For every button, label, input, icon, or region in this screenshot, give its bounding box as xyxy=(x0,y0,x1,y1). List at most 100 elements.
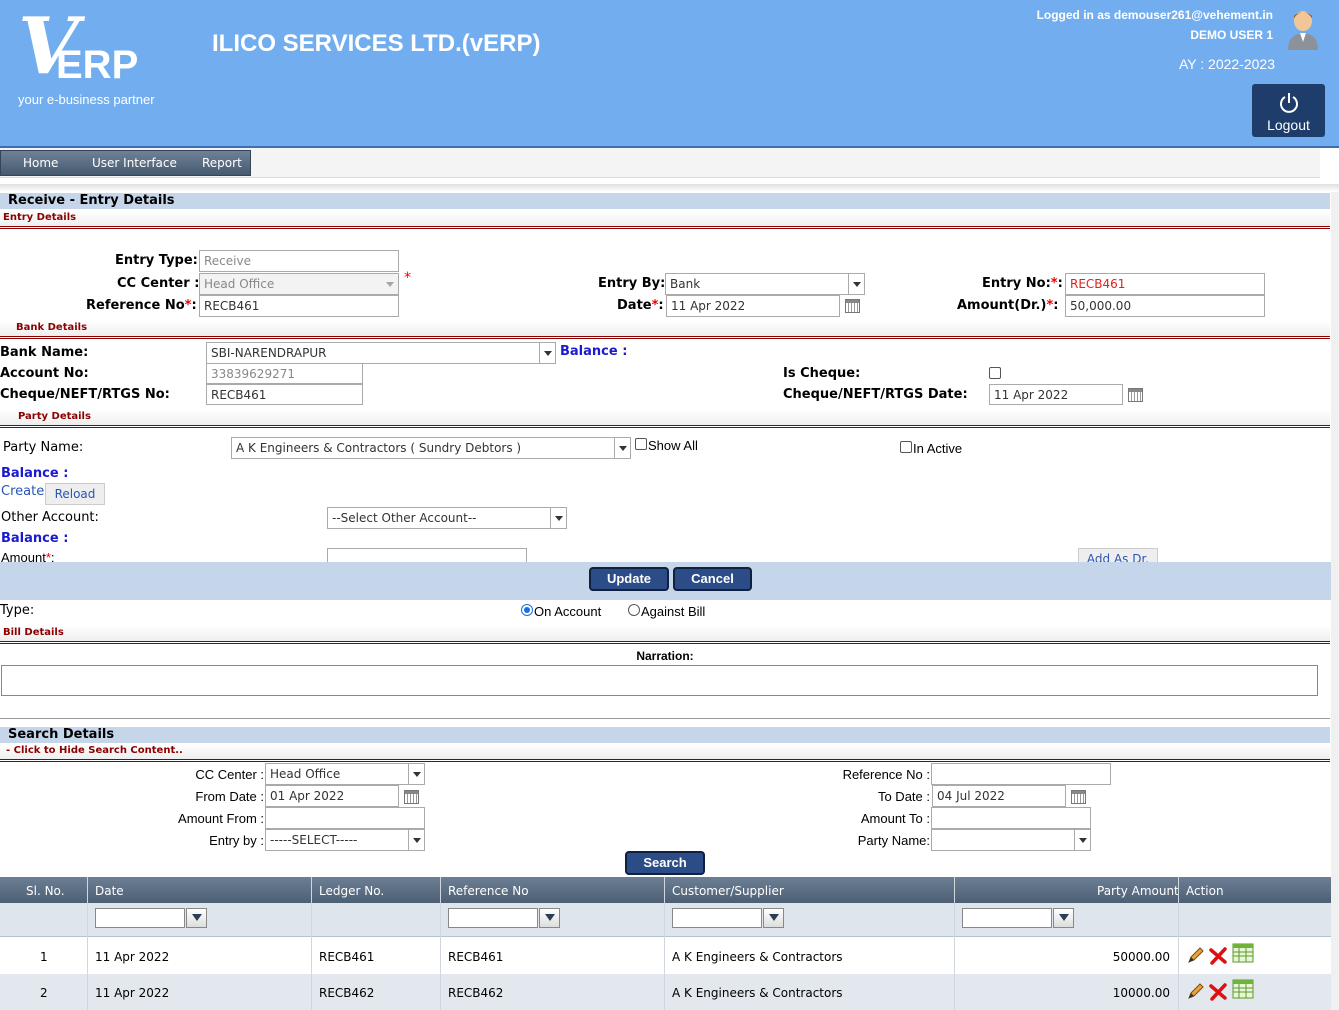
col-customer-supplier[interactable]: Customer/Supplier xyxy=(672,884,784,898)
col-sl-no[interactable]: Sl. No. xyxy=(26,884,65,898)
hide-search-link[interactable]: - Click to Hide Search Content.. xyxy=(0,744,1330,762)
edit-pencil-icon[interactable] xyxy=(1186,981,1206,1001)
date-filter-input[interactable] xyxy=(95,908,185,928)
cheque-no-field[interactable]: RECB461 xyxy=(206,384,363,405)
reference-no-field[interactable]: RECB461 xyxy=(199,295,399,317)
from-date-label: From Date : xyxy=(195,789,264,804)
against-bill-radio[interactable] xyxy=(628,604,640,616)
account-no-field[interactable]: 33839629271 xyxy=(206,363,363,384)
bank-name-label: Bank Name: xyxy=(0,345,89,360)
delete-icon[interactable] xyxy=(1208,946,1228,966)
cell-party: A K Engineers & Contractors xyxy=(672,950,843,964)
col-ledger-no[interactable]: Ledger No. xyxy=(319,884,384,898)
search-cc-center-label: CC Center : xyxy=(195,767,264,782)
narration-textarea[interactable] xyxy=(1,665,1318,696)
calendar-icon[interactable] xyxy=(404,790,419,804)
menu-user-interface[interactable]: User Interface xyxy=(92,156,177,170)
in-active-checkbox[interactable] xyxy=(900,441,912,453)
search-party-name-select[interactable] xyxy=(931,829,1091,851)
cc-center-select[interactable]: Head Office xyxy=(199,273,399,295)
chevron-down-icon[interactable] xyxy=(614,438,630,458)
cell-party: A K Engineers & Contractors xyxy=(672,986,843,1000)
table-row[interactable]: 1 11 Apr 2022 RECB461 RECB461 A K Engine… xyxy=(0,938,1331,974)
filter-icon[interactable] xyxy=(763,908,784,928)
filter-icon[interactable] xyxy=(539,908,560,928)
app-title: ILICO SERVICES LTD.(vERP) xyxy=(212,30,541,57)
calendar-icon[interactable] xyxy=(845,299,860,313)
amount-field[interactable] xyxy=(327,548,527,562)
cheque-date-field[interactable]: 11 Apr 2022 xyxy=(989,384,1123,405)
filter-icon[interactable] xyxy=(186,908,207,928)
chevron-down-icon[interactable] xyxy=(408,830,424,850)
amount-filter-input[interactable] xyxy=(962,908,1052,928)
search-button[interactable]: Search xyxy=(625,851,705,875)
chevron-down-icon[interactable] xyxy=(408,764,424,784)
customer-filter-input[interactable] xyxy=(672,908,762,928)
col-party-amount[interactable]: Party Amount xyxy=(1097,884,1179,898)
entry-no-label: Entry No:*: xyxy=(982,276,1063,291)
chevron-down-icon[interactable] xyxy=(539,343,555,363)
party-balance-label: Balance : xyxy=(1,466,69,481)
chevron-down-icon[interactable] xyxy=(1074,830,1090,850)
search-cc-center-value: Head Office xyxy=(270,767,341,781)
against-bill-label: Against Bill xyxy=(641,604,706,619)
chevron-down-icon[interactable] xyxy=(848,274,864,294)
create-link[interactable]: Create xyxy=(1,484,44,499)
ledger-view-icon[interactable] xyxy=(1232,979,1254,999)
delete-icon[interactable] xyxy=(1208,982,1228,1002)
cell-amount: 50000.00 xyxy=(1112,950,1170,964)
bank-name-select[interactable]: SBI-NARENDRAPUR xyxy=(206,342,556,364)
page-scrollbar[interactable] xyxy=(1331,192,1339,1010)
from-date-field[interactable]: 01 Apr 2022 xyxy=(265,785,399,807)
chevron-down-icon[interactable] xyxy=(550,508,566,528)
amount-to-field[interactable] xyxy=(931,807,1091,829)
cell-sl: 2 xyxy=(40,986,48,1000)
to-date-field[interactable]: 04 Jul 2022 xyxy=(932,785,1066,807)
amount-from-field[interactable] xyxy=(265,807,425,829)
user-avatar-icon xyxy=(1288,11,1318,50)
show-all-checkbox[interactable] xyxy=(635,438,647,450)
menu-report[interactable]: Report xyxy=(202,156,242,170)
logo-tagline: your e-business partner xyxy=(18,92,155,107)
calendar-icon[interactable] xyxy=(1128,388,1143,402)
filter-icon[interactable] xyxy=(1053,908,1074,928)
logged-in-text: Logged in as demouser261@vehement.in xyxy=(1036,8,1273,22)
entry-type-field[interactable]: Receive xyxy=(199,250,399,272)
amount-dr-label: Amount(Dr.)*: xyxy=(957,298,1059,313)
reference-filter-input[interactable] xyxy=(448,908,538,928)
col-date[interactable]: Date xyxy=(95,884,124,898)
bank-details-heading: Bank Details xyxy=(0,321,1330,339)
on-account-radio[interactable] xyxy=(521,604,533,616)
search-reference-no-field[interactable] xyxy=(931,763,1111,785)
party-name-select[interactable]: A K Engineers & Contractors ( Sundry Deb… xyxy=(231,437,631,459)
logout-button[interactable]: Logout xyxy=(1252,84,1325,137)
entry-by-select[interactable]: Bank xyxy=(665,273,865,295)
is-cheque-checkbox[interactable] xyxy=(989,367,1001,379)
search-entry-by-select[interactable]: -----SELECT----- xyxy=(265,829,425,851)
user-name: DEMO USER 1 xyxy=(1190,28,1273,42)
cell-date: 11 Apr 2022 xyxy=(95,986,170,1000)
cancel-button[interactable]: Cancel xyxy=(673,567,752,591)
search-cc-center-select[interactable]: Head Office xyxy=(265,763,425,785)
table-row[interactable]: 2 11 Apr 2022 RECB462 RECB462 A K Engine… xyxy=(0,974,1331,1010)
reload-button[interactable]: Reload xyxy=(45,483,105,505)
cell-ledger: RECB462 xyxy=(319,986,375,1000)
amount-dr-field[interactable]: 50,000.00 xyxy=(1065,295,1265,317)
on-account-label: On Account xyxy=(534,604,602,619)
col-reference-no[interactable]: Reference No xyxy=(448,884,529,898)
menu-bar: Home User Interface Report xyxy=(0,146,1339,192)
ledger-view-icon[interactable] xyxy=(1232,943,1254,963)
required-mark: * xyxy=(404,270,411,286)
edit-pencil-icon[interactable] xyxy=(1186,945,1206,965)
date-field[interactable]: 11 Apr 2022 xyxy=(666,295,840,317)
add-as-dr-button[interactable]: Add As Dr. xyxy=(1078,548,1158,562)
menu-home[interactable]: Home xyxy=(23,156,58,170)
entry-no-field[interactable]: RECB461 xyxy=(1065,273,1265,295)
update-button[interactable]: Update xyxy=(589,567,669,591)
academic-year: AY : 2022-2023 xyxy=(1178,56,1275,72)
power-icon xyxy=(1279,93,1298,113)
grid-header: Sl. No. Date Ledger No. Reference No Cus… xyxy=(0,877,1331,903)
calendar-icon[interactable] xyxy=(1071,790,1086,804)
other-account-select[interactable]: --Select Other Account-- xyxy=(327,507,567,529)
cheque-no-label: Cheque/NEFT/RTGS No: xyxy=(0,387,170,402)
